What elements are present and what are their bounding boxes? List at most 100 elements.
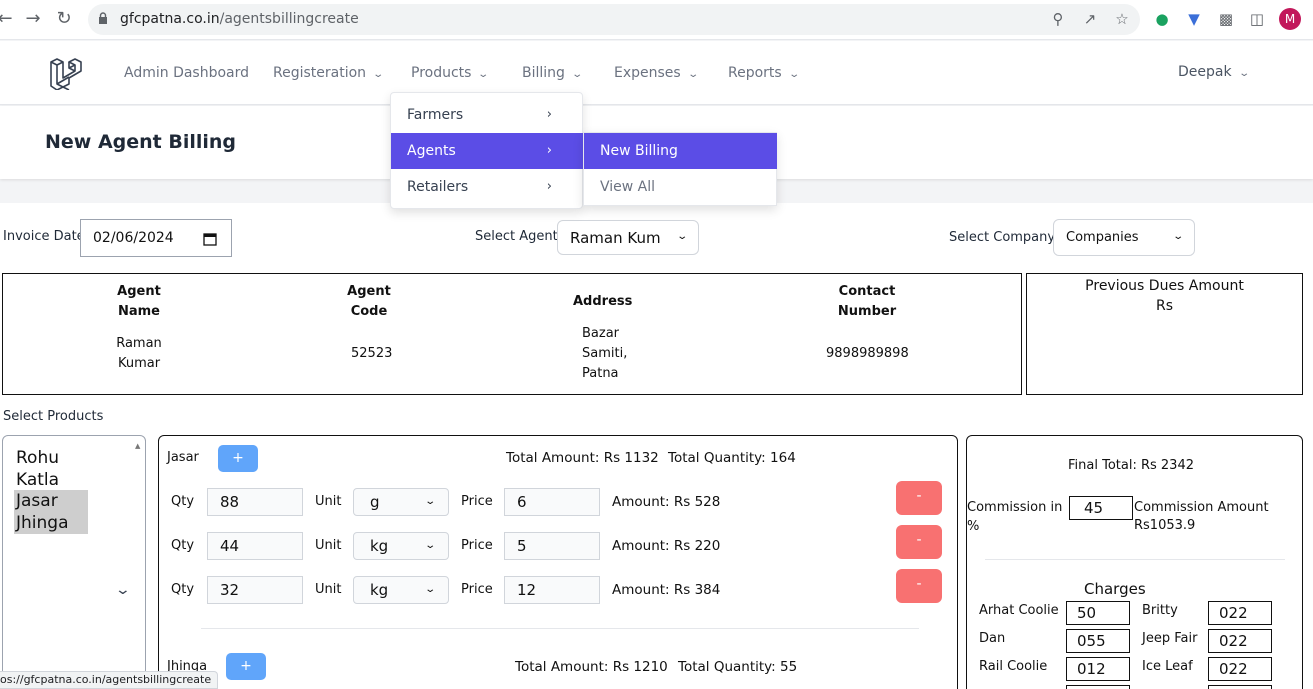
unit-value: kg	[370, 537, 389, 555]
nav-expenses[interactable]: Expenses ⌄	[614, 65, 699, 81]
main-content: Invoice Date 02/06/2024 Select Agent Ram…	[0, 203, 1313, 689]
company-select[interactable]: Companies ⌄	[1053, 219, 1195, 256]
charge-input[interactable]: 022	[1208, 657, 1272, 681]
back-icon[interactable]: ←	[0, 8, 16, 30]
previous-dues-box: Previous Dues Amount Rs	[1026, 273, 1303, 395]
remove-line-button[interactable]: -	[896, 525, 942, 559]
nav-registeration[interactable]: Registeration ⌄	[273, 65, 384, 81]
products-multiselect[interactable]: ▲ Rohu Katla Jasar Jhinga ⌄	[2, 435, 146, 689]
select-products-label: Select Products	[3, 409, 104, 424]
key-icon[interactable]: ⚲	[1048, 9, 1068, 29]
commission-input[interactable]: 45	[1069, 496, 1133, 520]
price-label: Price	[461, 494, 493, 509]
shield-icon[interactable]: ▼	[1184, 9, 1204, 29]
header-contact-number: Contact Number	[837, 284, 897, 319]
divider	[985, 559, 1285, 560]
agent-name-value: Raman Kumar	[116, 336, 162, 371]
product-option-jasar[interactable]: Jasar	[14, 490, 88, 512]
chevron-down-icon: ⌄	[1237, 68, 1250, 79]
product-option-rohu[interactable]: Rohu	[14, 447, 61, 469]
status-bar-url: os://gfcpatna.co.in/agentsbillingcreate	[0, 671, 219, 689]
profile-avatar[interactable]: M	[1279, 8, 1301, 30]
nav-billing[interactable]: Billing ⌄	[522, 65, 583, 81]
charge-input[interactable]	[1066, 685, 1130, 689]
charge-label: Jeep Fair	[1142, 631, 1198, 646]
laravel-logo-icon[interactable]	[48, 56, 82, 90]
previous-dues-title: Previous Dues Amount	[1085, 278, 1244, 294]
product-lines-panel: Jasar + Total Amount: Rs 1132 Total Quan…	[158, 435, 958, 689]
app-navbar: Admin Dashboard Registeration ⌄ Products ⌄…	[0, 41, 1313, 105]
menu-item-agents[interactable]: Agents ›	[391, 133, 584, 169]
forward-icon[interactable]: →	[22, 8, 44, 30]
line-amount: Amount: Rs 528	[612, 494, 721, 510]
qty-input[interactable]: 88	[207, 488, 303, 516]
chevron-down-icon: ⌄	[423, 540, 436, 551]
previous-dues-value: Rs	[1155, 298, 1174, 314]
user-menu[interactable]: Deepak ⌄	[1178, 64, 1250, 80]
agent-details-table: Agent Name Agent Code Address Contact Nu…	[2, 273, 1022, 395]
address-value: Bazar Samiti, Patna	[582, 326, 628, 381]
qty-input[interactable]: 32	[207, 576, 303, 604]
add-line-button[interactable]: +	[226, 653, 266, 680]
extension-icon[interactable]: ●	[1152, 9, 1172, 29]
nav-admin-dashboard[interactable]: Admin Dashboard	[124, 65, 249, 81]
unit-value: kg	[370, 581, 389, 599]
price-input[interactable]: 6	[504, 488, 600, 516]
puzzle-icon[interactable]: ▩	[1216, 9, 1236, 29]
product-option-katla[interactable]: Katla	[14, 469, 61, 491]
chevron-right-icon: ›	[546, 143, 552, 158]
chevron-right-icon: ›	[546, 107, 552, 122]
reload-icon[interactable]: ↻	[53, 8, 75, 30]
charge-label: Ice Leaf	[1142, 659, 1193, 674]
invoice-date-input[interactable]: 02/06/2024	[80, 219, 232, 257]
menu-item-retailers[interactable]: Retailers ›	[391, 169, 584, 205]
price-input[interactable]: 12	[504, 576, 600, 604]
submenu-item-view-all[interactable]: View All	[584, 169, 777, 205]
address-bar[interactable]: gfcpatna.co.in/agentsbillingcreate	[88, 4, 1140, 35]
agent-code-value: 52523	[351, 346, 393, 361]
submenu-item-new-billing[interactable]: New Billing	[584, 133, 777, 169]
charge-input[interactable]: 012	[1066, 657, 1130, 681]
agents-submenu: New Billing View All	[583, 132, 777, 206]
billing-dropdown-menu: Farmers › Agents › Retailers ›	[390, 92, 584, 209]
charge-input[interactable]	[1208, 685, 1272, 689]
charge-input[interactable]: 022	[1208, 629, 1272, 653]
unit-select[interactable]: kg ⌄	[353, 532, 449, 560]
chevron-right-icon: ›	[546, 179, 552, 194]
agent-select[interactable]: Raman Kum ⌄	[557, 220, 699, 255]
calendar-icon[interactable]	[203, 232, 217, 246]
star-icon[interactable]: ☆	[1112, 9, 1132, 29]
menu-item-farmers[interactable]: Farmers ›	[391, 97, 584, 133]
product-option-jhinga[interactable]: Jhinga	[14, 512, 88, 534]
remove-line-button[interactable]: -	[896, 481, 942, 515]
group-divider	[201, 628, 919, 629]
charge-input[interactable]: 50	[1066, 601, 1130, 625]
qty-label: Qty	[171, 494, 195, 509]
chevron-down-icon[interactable]: ⌄	[115, 582, 131, 598]
qty-input[interactable]: 44	[207, 532, 303, 560]
scroll-up-icon[interactable]: ▲	[135, 442, 140, 450]
nav-products[interactable]: Products ⌄	[411, 65, 490, 81]
unit-value: g	[370, 493, 380, 511]
qty-label: Qty	[171, 538, 195, 553]
price-input[interactable]: 5	[504, 532, 600, 560]
charge-label: Britty	[1142, 603, 1178, 618]
share-icon[interactable]: ↗	[1080, 9, 1100, 29]
charges-title: Charges	[1084, 580, 1146, 598]
commission-label: Commission in %	[967, 500, 1063, 534]
charge-input[interactable]: 055	[1066, 629, 1130, 653]
chevron-down-icon: ⌄	[687, 69, 699, 80]
unit-select[interactable]: g ⌄	[353, 488, 449, 516]
url-text: gfcpatna.co.in/agentsbillingcreate	[120, 11, 359, 27]
charge-input[interactable]: 022	[1208, 601, 1272, 625]
sidepanel-icon[interactable]: ◫	[1247, 9, 1267, 29]
nav-reports[interactable]: Reports ⌄	[728, 65, 800, 81]
header-agent-code: Agent Code	[347, 284, 391, 319]
chevron-down-icon: ⌄	[423, 496, 436, 507]
charge-label: Arhat Coolie	[979, 603, 1059, 618]
remove-line-button[interactable]: -	[896, 569, 942, 603]
unit-select[interactable]: kg ⌄	[353, 576, 449, 604]
browser-toolbar: ← → ↻ gfcpatna.co.in/agentsbillingcreate…	[0, 0, 1313, 40]
add-line-button[interactable]: +	[218, 445, 258, 472]
lock-icon	[99, 12, 107, 24]
